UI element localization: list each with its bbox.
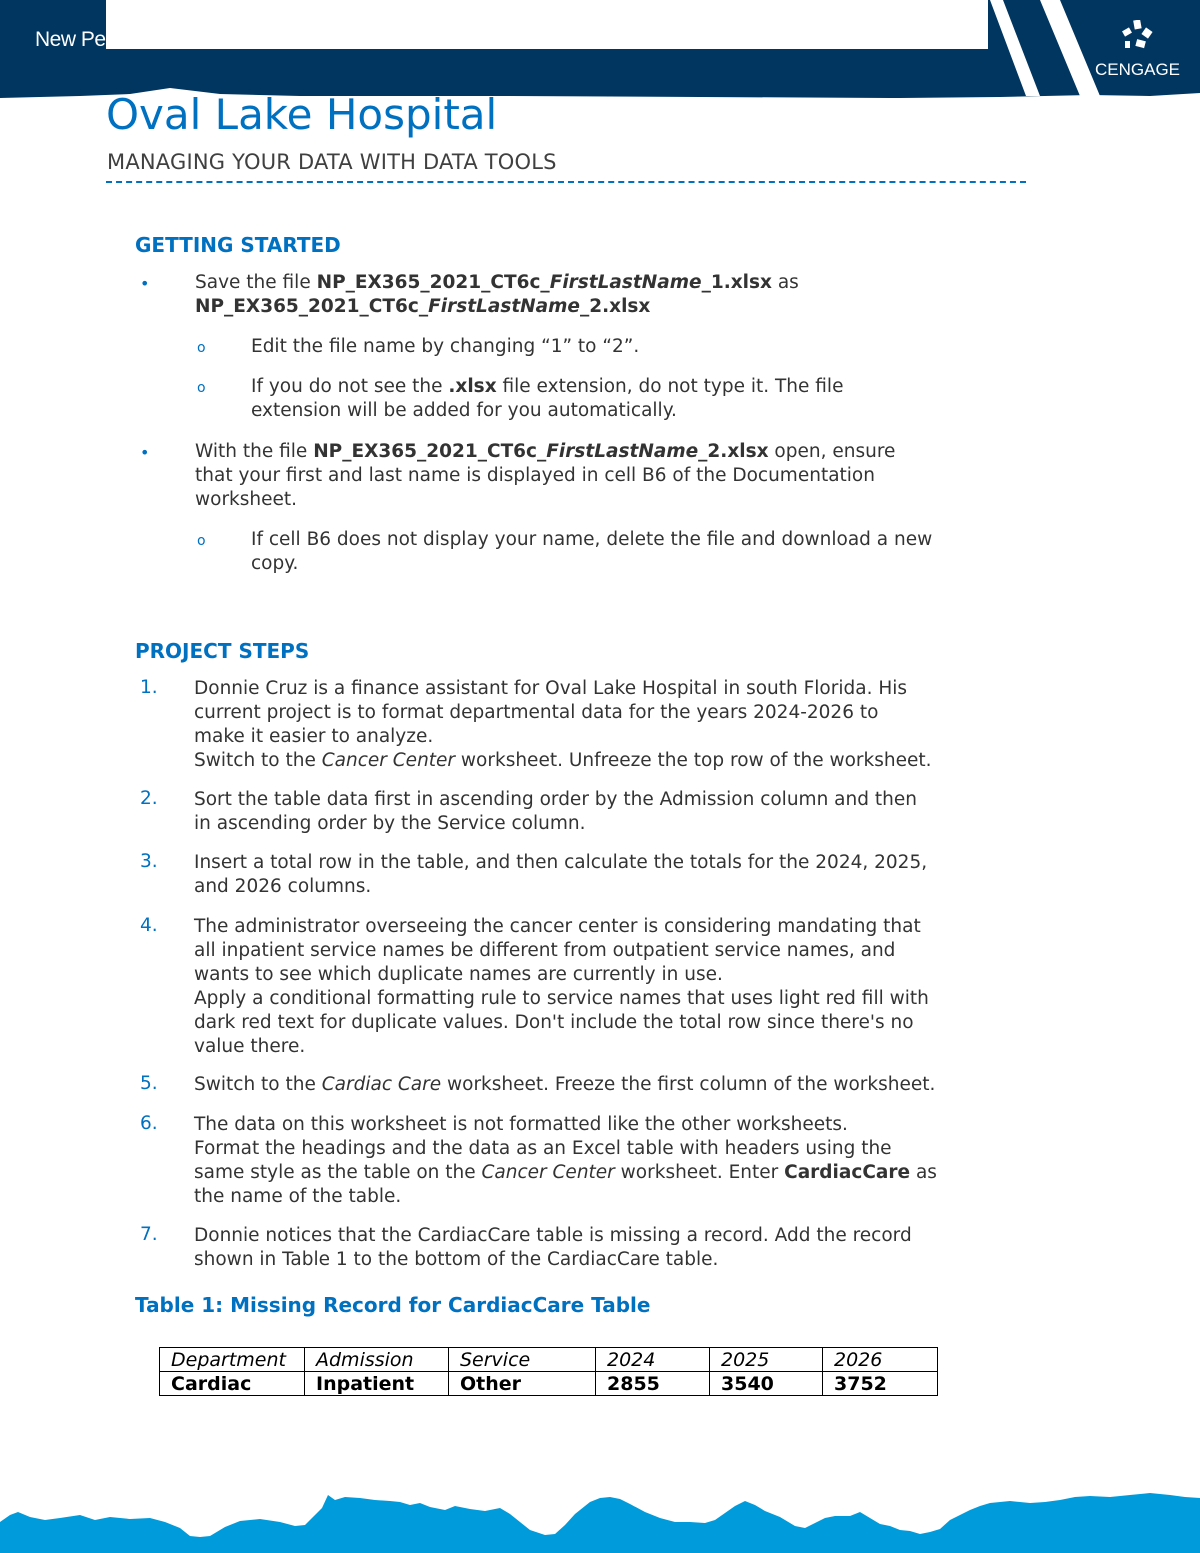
header-cell: Service bbox=[448, 1347, 596, 1372]
data-cell: Other bbox=[448, 1371, 596, 1396]
step-1: Donnie Cruz is a finance assistant for O… bbox=[194, 678, 932, 771]
header-cell: 2026 bbox=[822, 1347, 938, 1372]
footer-mountain-wave bbox=[0, 1493, 1200, 1553]
header-cell: 2025 bbox=[709, 1347, 823, 1372]
cengage-logo-text: CENGAGE bbox=[1095, 60, 1181, 79]
missing-record-table: Department Admission Service 2024 2025 2… bbox=[159, 1347, 938, 1396]
step-5: Switch to the Cardiac Care worksheet. Fr… bbox=[194, 1074, 936, 1095]
data-cell: 2855 bbox=[595, 1371, 710, 1396]
document-title: Oval Lake Hospital bbox=[106, 90, 498, 139]
bullet-icon: • bbox=[140, 443, 150, 462]
step-3: Insert a total row in the table, and the… bbox=[194, 852, 928, 897]
step-number: 6. bbox=[140, 1113, 158, 1134]
sub-bullet-icon: o bbox=[197, 533, 206, 549]
getting-started-item-1: Save the file NP_EX365_2021_CT6c_FirstLa… bbox=[195, 272, 799, 317]
header-title-box bbox=[106, 0, 988, 49]
bullet-icon: • bbox=[140, 274, 150, 293]
step-2: Sort the table data first in ascending o… bbox=[194, 789, 917, 834]
table-row: Cardiac Inpatient Other 2855 3540 3752 bbox=[159, 1371, 938, 1396]
getting-started-item-2: With the file NP_EX365_2021_CT6c_FirstLa… bbox=[195, 441, 896, 510]
table-1-caption: Table 1: Missing Record for CardiacCare … bbox=[135, 1293, 651, 1317]
header-band: New Pe CENGAGE bbox=[0, 0, 1200, 100]
step-7: Donnie notices that the CardiacCare tabl… bbox=[194, 1225, 912, 1270]
step-number: 2. bbox=[140, 788, 158, 809]
step-number: 1. bbox=[140, 677, 158, 698]
step-6: The data on this worksheet is not format… bbox=[194, 1114, 937, 1207]
data-cell: Inpatient bbox=[304, 1371, 449, 1396]
getting-started-subitem-1: Edit the file name by changing “1” to “2… bbox=[251, 336, 640, 357]
data-cell: 3540 bbox=[709, 1371, 823, 1396]
header-cell: Admission bbox=[304, 1347, 449, 1372]
cengage-starburst-icon bbox=[1122, 20, 1153, 49]
step-4: The administrator overseeing the cancer … bbox=[194, 916, 929, 1057]
table-header-row: Department Admission Service 2024 2025 2… bbox=[159, 1347, 938, 1372]
getting-started-subitem-3: If cell B6 does not display your name, d… bbox=[251, 529, 933, 574]
sub-bullet-icon: o bbox=[197, 380, 206, 396]
project-steps-heading: PROJECT STEPS bbox=[135, 639, 310, 663]
cengage-logo: CENGAGE bbox=[1095, 18, 1181, 84]
step-number: 3. bbox=[140, 851, 158, 872]
header-cell: 2024 bbox=[595, 1347, 710, 1372]
step-number: 7. bbox=[140, 1224, 158, 1245]
header-series-text: New Pe bbox=[35, 28, 106, 51]
sub-bullet-icon: o bbox=[197, 340, 206, 356]
header-cell: Department bbox=[159, 1347, 305, 1372]
title-divider bbox=[106, 181, 1026, 183]
step-number: 4. bbox=[140, 915, 158, 936]
step-number: 5. bbox=[140, 1073, 158, 1094]
data-cell: Cardiac bbox=[159, 1371, 305, 1396]
getting-started-subitem-2: If you do not see the .xlsx file extensi… bbox=[251, 376, 844, 421]
document-subtitle: MANAGING YOUR DATA WITH DATA TOOLS bbox=[107, 150, 557, 174]
data-cell: 3752 bbox=[822, 1371, 938, 1396]
getting-started-heading: GETTING STARTED bbox=[135, 233, 341, 257]
